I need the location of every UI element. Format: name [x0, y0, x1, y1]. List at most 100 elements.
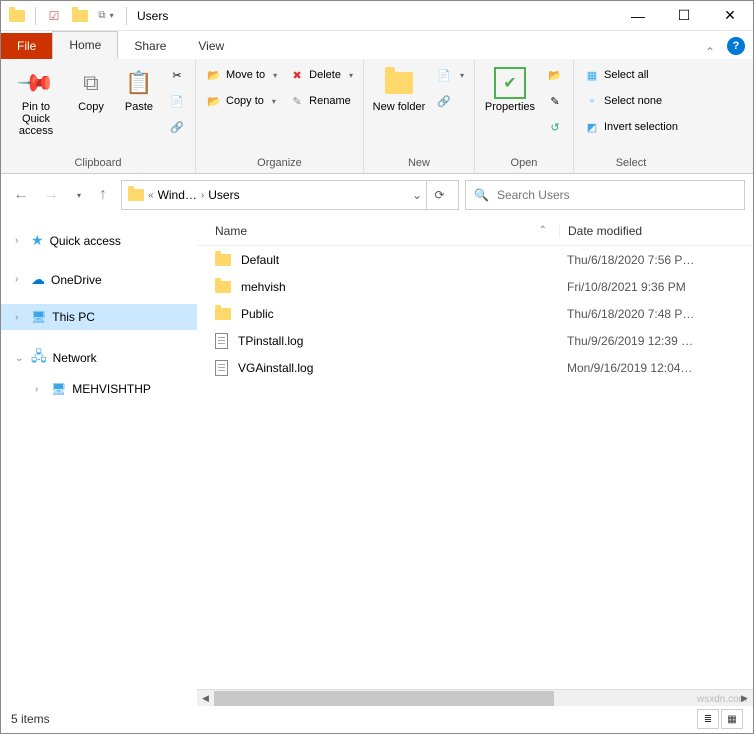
folder-icon[interactable]: [5, 4, 29, 28]
paste-shortcut-button[interactable]: 🔗: [165, 115, 189, 139]
properties-icon: ✔: [494, 67, 526, 99]
new-item-button[interactable]: 📄: [432, 63, 468, 87]
refresh-button[interactable]: ⟳: [426, 181, 452, 209]
cut-button[interactable]: ✂: [165, 63, 189, 87]
nav-network[interactable]: ⌄🖧Network: [1, 340, 197, 376]
select-all-button[interactable]: ▦Select all: [580, 63, 682, 87]
up-button[interactable]: ↑: [91, 183, 115, 207]
nav-this-pc[interactable]: ›🖥This PC: [1, 304, 197, 330]
item-date: Fri/10/8/2021 9:36 PM: [559, 280, 753, 294]
item-date: Thu/6/18/2020 7:48 P…: [559, 307, 753, 321]
easy-access-button[interactable]: 🔗: [432, 89, 468, 113]
folder-icon: [215, 308, 231, 320]
maximize-button[interactable]: ☐: [661, 1, 707, 31]
invert-selection-button[interactable]: ◩Invert selection: [580, 115, 682, 139]
chevron-down-icon[interactable]: ⌄: [15, 353, 25, 364]
pin-to-quick-access-button[interactable]: 📌 Pin to Quick access: [7, 63, 65, 137]
copy-path-icon: 📄: [169, 93, 185, 109]
copy-to-icon: 📂: [206, 93, 222, 109]
column-date[interactable]: Date modified: [559, 224, 753, 238]
tab-view[interactable]: View: [182, 33, 240, 59]
paste-shortcut-icon: 🔗: [169, 119, 185, 135]
back-button[interactable]: ←: [9, 183, 33, 207]
file-row[interactable]: TPinstall.logThu/9/26/2019 12:39 …: [197, 327, 753, 354]
group-open: ✔ Properties 📂 ✎ ↺ Open: [475, 59, 574, 173]
group-organize: 📂Move to 📂Copy to ✖Delete ✎Rename Organi…: [196, 59, 364, 173]
folder-icon: [215, 281, 231, 293]
scroll-left-icon[interactable]: ◀: [197, 693, 214, 704]
chevron-right-icon[interactable]: ›: [35, 384, 45, 395]
edit-button[interactable]: ✎: [543, 89, 567, 113]
content-pane: Name⌃ Date modified DefaultThu/6/18/2020…: [197, 216, 753, 706]
delete-button[interactable]: ✖Delete: [285, 63, 357, 87]
file-row[interactable]: mehvish Fri/10/8/2021 9:36 PM: [197, 273, 753, 300]
chevron-left-icon[interactable]: «: [148, 190, 154, 201]
history-icon: ↺: [547, 119, 563, 135]
qat-properties-icon[interactable]: ☑: [42, 4, 66, 28]
help-icon[interactable]: ?: [727, 37, 745, 55]
group-open-label: Open: [481, 155, 567, 173]
address-seg-2[interactable]: Users: [208, 188, 239, 202]
qat-newfolder-icon[interactable]: [68, 4, 92, 28]
group-clipboard: 📌 Pin to Quick access ⧉ Copy 📋 Paste ✂ 📄…: [1, 59, 196, 173]
paste-button[interactable]: 📋 Paste: [117, 63, 161, 113]
address-dropdown-icon[interactable]: ⌄: [412, 188, 422, 202]
properties-button[interactable]: ✔ Properties: [481, 63, 539, 113]
search-input[interactable]: [497, 188, 736, 202]
tab-share[interactable]: Share: [118, 33, 182, 59]
navigation-row: ← → ↑ « Wind… › Users ⌄ ⟳ 🔍: [1, 174, 753, 216]
chevron-right-icon[interactable]: ›: [15, 235, 25, 246]
nav-quick-access[interactable]: ›★Quick access: [1, 226, 197, 255]
tab-home[interactable]: Home: [52, 31, 118, 59]
tab-file[interactable]: File: [1, 33, 52, 59]
quick-access-toolbar: ☑ ⧉: [1, 4, 122, 28]
view-icons-button[interactable]: ▦: [721, 709, 743, 729]
chevron-right-icon[interactable]: ›: [201, 190, 204, 201]
new-folder-icon: [383, 67, 415, 99]
nav-computer[interactable]: ›🖥MEHVISHTHP: [1, 376, 197, 402]
rename-button[interactable]: ✎Rename: [285, 89, 357, 113]
copy-to-button[interactable]: 📂Copy to: [202, 89, 281, 113]
new-folder-button[interactable]: New folder: [370, 63, 428, 113]
address-bar[interactable]: « Wind… › Users ⌄ ⟳: [121, 180, 459, 210]
item-name: Public: [241, 307, 274, 321]
close-button[interactable]: ✕: [707, 1, 753, 31]
minimize-button[interactable]: —: [615, 1, 661, 31]
column-name[interactable]: Name⌃: [197, 224, 559, 238]
address-seg-1[interactable]: Wind…: [158, 188, 197, 202]
recent-locations-button[interactable]: [69, 183, 85, 207]
ribbon: 📌 Pin to Quick access ⧉ Copy 📋 Paste ✂ 📄…: [1, 59, 753, 174]
status-count: 5 items: [11, 712, 50, 726]
move-to-icon: 📂: [206, 67, 222, 83]
star-icon: ★: [31, 232, 44, 249]
item-date: Mon/9/16/2019 12:04…: [559, 361, 753, 375]
file-row[interactable]: Public Thu/6/18/2020 7:48 P…: [197, 300, 753, 327]
sort-asc-icon[interactable]: ⌃: [539, 225, 547, 236]
scroll-thumb[interactable]: [214, 691, 554, 706]
open-button[interactable]: 📂: [543, 63, 567, 87]
search-box[interactable]: 🔍: [465, 180, 745, 210]
horizontal-scrollbar[interactable]: ◀ ▶: [197, 689, 753, 706]
copy-button[interactable]: ⧉ Copy: [69, 63, 113, 113]
view-details-button[interactable]: ≣: [697, 709, 719, 729]
scroll-right-icon[interactable]: ▶: [736, 693, 753, 704]
item-name: TPinstall.log: [238, 334, 303, 348]
chevron-right-icon[interactable]: ›: [15, 312, 25, 323]
collapse-ribbon-icon[interactable]: ⌃: [697, 45, 723, 59]
forward-button[interactable]: →: [39, 183, 63, 207]
select-none-button[interactable]: ▫Select none: [580, 89, 682, 113]
group-select: ▦Select all ▫Select none ◩Invert selecti…: [574, 59, 688, 173]
chevron-right-icon[interactable]: ›: [15, 274, 25, 285]
item-name: mehvish: [241, 280, 286, 294]
pc-icon: 🖥: [51, 382, 66, 396]
pc-icon: 🖥: [31, 310, 46, 324]
move-to-button[interactable]: 📂Move to: [202, 63, 281, 87]
file-icon: [215, 360, 228, 376]
nav-onedrive[interactable]: ›☁OneDrive: [1, 265, 197, 294]
copy-label: Copy: [78, 101, 104, 113]
file-row[interactable]: DefaultThu/6/18/2020 7:56 P…: [197, 246, 753, 273]
history-button[interactable]: ↺: [543, 115, 567, 139]
copy-path-button[interactable]: 📄: [165, 89, 189, 113]
qat-customize-icon[interactable]: ⧉: [94, 4, 118, 28]
file-row[interactable]: VGAinstall.logMon/9/16/2019 12:04…: [197, 354, 753, 381]
